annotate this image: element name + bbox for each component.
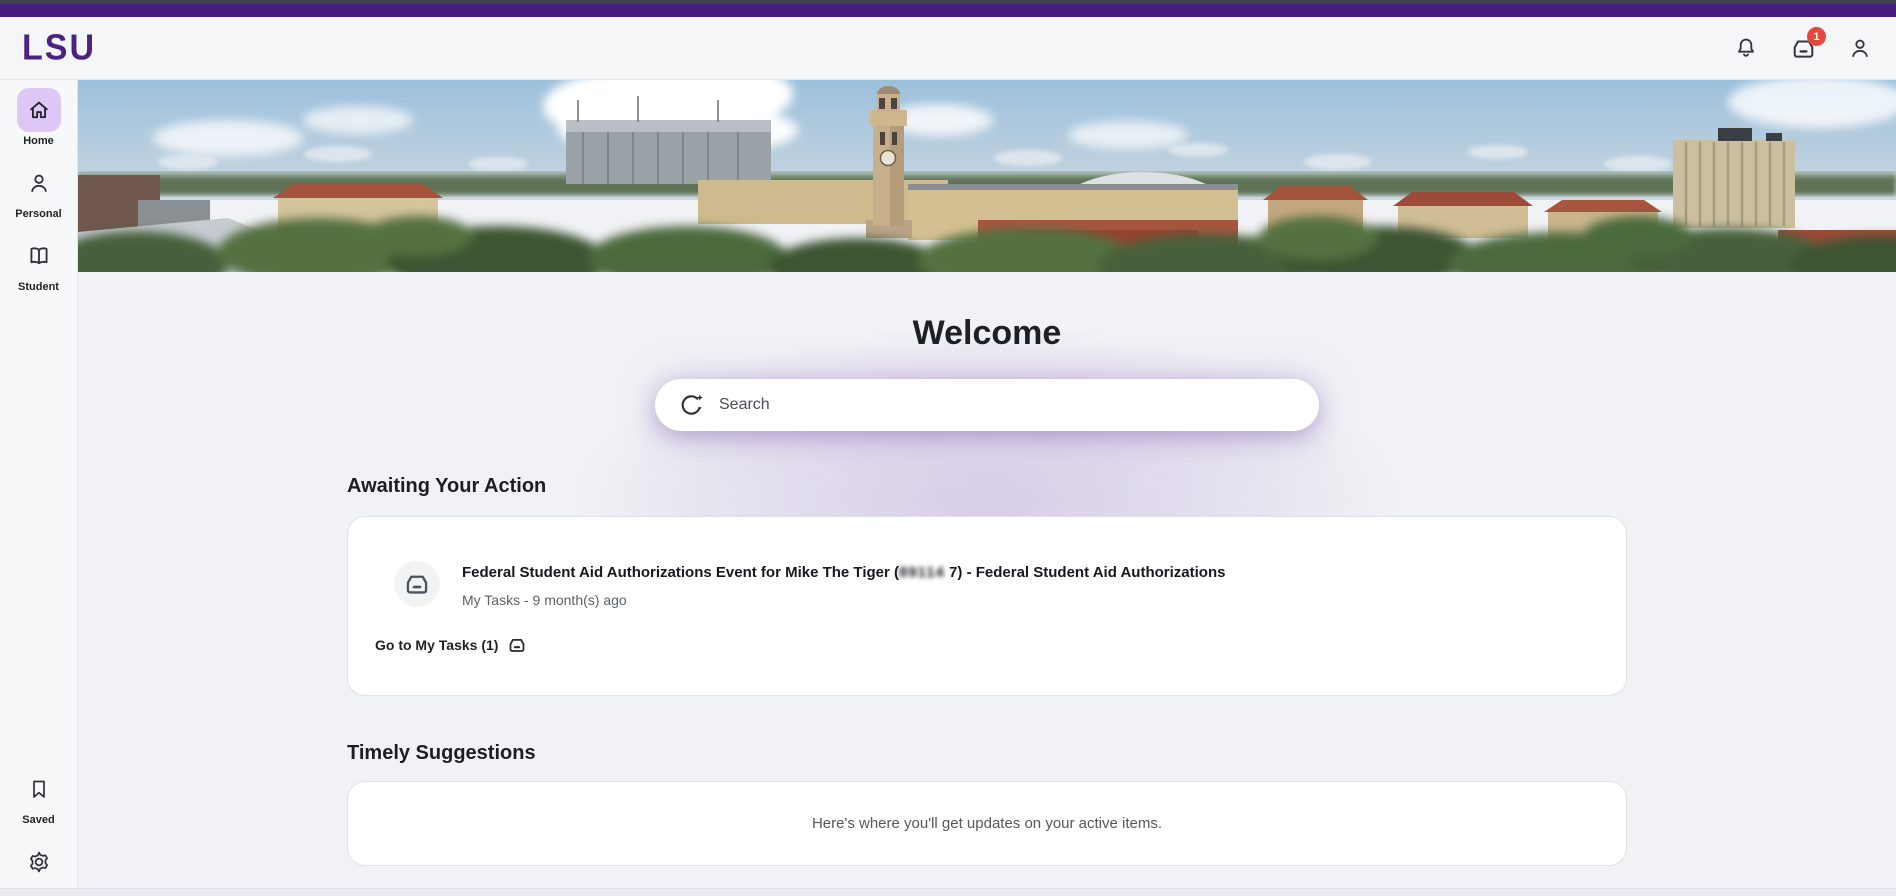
main-content: Welcome Awaiting Your Action	[78, 272, 1896, 896]
gear-icon	[17, 840, 61, 884]
sidebar-nav: Home Personal Student	[0, 80, 78, 896]
profile-button[interactable]	[1838, 26, 1882, 70]
awaiting-section-heading: Awaiting Your Action	[347, 475, 1627, 498]
timely-suggestions-message: Here's where you'll get updates on your …	[812, 815, 1162, 832]
bell-icon	[1733, 35, 1759, 61]
inbox-tray-icon	[507, 635, 527, 655]
sidebar-item-personal[interactable]: Personal	[15, 161, 61, 220]
page-bottom-strip	[0, 888, 1896, 896]
task-text: Federal Student Aid Authorizations Event…	[462, 561, 1225, 608]
inbox-badge: 1	[1807, 27, 1826, 46]
page-title: Welcome	[78, 272, 1896, 353]
bookmark-icon	[17, 767, 61, 811]
sidebar-item-home[interactable]: Home	[17, 88, 61, 147]
person-icon	[17, 161, 61, 205]
search-bar[interactable]	[655, 379, 1319, 431]
search-input[interactable]	[719, 396, 1301, 414]
sidebar-item-settings[interactable]	[17, 840, 61, 884]
home-icon	[17, 88, 61, 132]
inbox-tray-icon	[394, 561, 440, 607]
masked-student-id: 89114	[899, 564, 945, 581]
timely-section-heading: Timely Suggestions	[347, 742, 1627, 765]
awaiting-action-card: Federal Student Aid Authorizations Event…	[347, 516, 1627, 696]
campus-hero-image	[78, 80, 1896, 272]
home-sections: Awaiting Your Action Federal Student Aid…	[347, 475, 1627, 866]
task-meta: My Tasks - 9 month(s) ago	[462, 592, 1225, 608]
sidebar-item-saved[interactable]: Saved	[17, 767, 61, 826]
my-tasks-inbox-button[interactable]: 1	[1781, 26, 1825, 70]
person-icon	[1847, 35, 1873, 61]
book-icon	[17, 234, 61, 278]
task-title: Federal Student Aid Authorizations Event…	[462, 563, 1225, 583]
sidebar-item-label: Saved	[22, 814, 54, 826]
brand-accent-bar	[0, 4, 1896, 17]
sidebar-item-label: Home	[23, 135, 54, 147]
notifications-button[interactable]	[1724, 26, 1768, 70]
sidebar-item-student[interactable]: Student	[17, 234, 61, 293]
ai-search-icon	[679, 392, 705, 418]
sidebar-item-label: Personal	[15, 208, 61, 220]
task-item[interactable]: Federal Student Aid Authorizations Event…	[394, 561, 1586, 608]
app-header: LSU 1	[0, 17, 1896, 80]
timely-suggestions-card: Here's where you'll get updates on your …	[347, 781, 1627, 866]
sidebar-item-label: Student	[18, 281, 59, 293]
lsu-logo[interactable]: LSU	[22, 28, 96, 69]
go-to-my-tasks-link[interactable]: Go to My Tasks (1)	[375, 635, 527, 655]
go-to-my-tasks-label: Go to My Tasks (1)	[375, 637, 498, 653]
